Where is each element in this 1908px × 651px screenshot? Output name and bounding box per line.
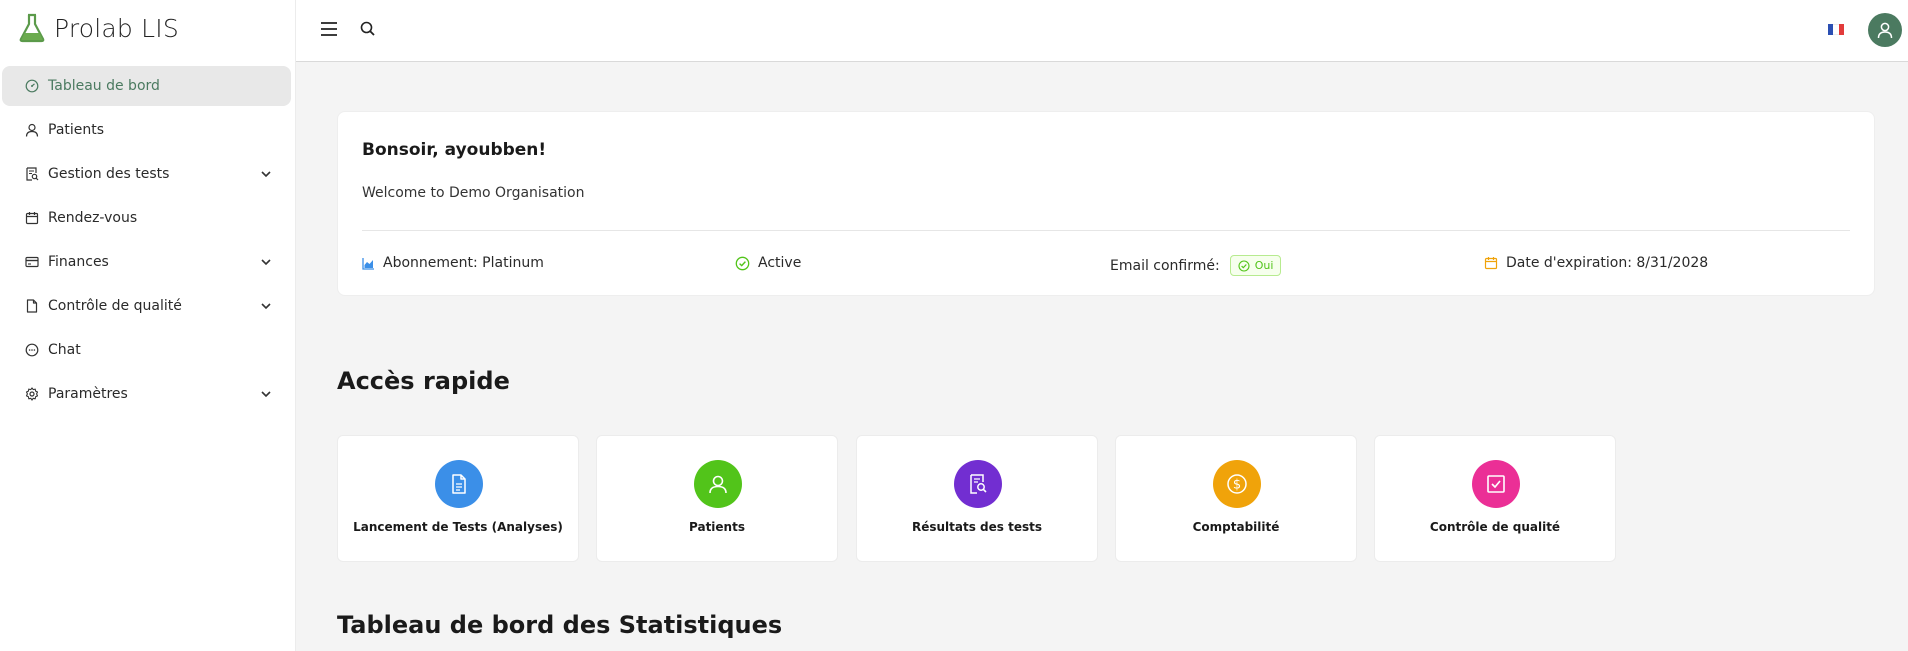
expiration-info: Date d'expiration: 8/31/2028 bbox=[1484, 255, 1708, 271]
user-avatar[interactable] bbox=[1868, 13, 1902, 47]
dashboard-icon bbox=[24, 78, 40, 94]
quick-tile-lancement-tests[interactable]: Lancement de Tests (Analyses) bbox=[337, 435, 579, 562]
dollar-icon: $ bbox=[1213, 460, 1261, 508]
chevron-down-icon[interactable] bbox=[259, 387, 273, 401]
tile-label: Contrôle de qualité bbox=[1429, 520, 1561, 534]
stats-title: Tableau de bord des Statistiques bbox=[337, 611, 783, 639]
quick-tile-comptabilite[interactable]: $ Comptabilité bbox=[1115, 435, 1357, 562]
tile-label: Lancement de Tests (Analyses) bbox=[353, 520, 563, 534]
check-square-icon bbox=[1472, 460, 1520, 508]
email-badge-text: Oui bbox=[1254, 259, 1274, 272]
calendar-icon bbox=[1484, 257, 1498, 270]
svg-text:$: $ bbox=[1233, 478, 1241, 493]
sidebar-item-patients[interactable]: Patients bbox=[2, 110, 291, 150]
tile-label: Résultats des tests bbox=[911, 520, 1042, 534]
sidebar-item-finances[interactable]: Finances bbox=[2, 242, 291, 282]
app-logo[interactable]: Prolab LIS bbox=[18, 10, 179, 46]
file-search-icon bbox=[24, 166, 40, 182]
search-icon[interactable] bbox=[358, 19, 378, 39]
check-circle-icon bbox=[1238, 259, 1250, 272]
user-icon bbox=[1877, 22, 1893, 39]
expiration-text: Date d'expiration: 8/31/2028 bbox=[1506, 255, 1709, 271]
tile-label: Patients bbox=[689, 520, 745, 534]
status-info: Active bbox=[735, 255, 801, 271]
sidebar-item-label: Chat bbox=[48, 342, 81, 358]
top-header bbox=[296, 0, 1908, 62]
sidebar-item-label: Tableau de bord bbox=[48, 78, 160, 94]
sidebar-nav: Tableau de bord Patients Gestion des tes… bbox=[0, 66, 296, 418]
quick-tile-patients[interactable]: Patients bbox=[596, 435, 838, 562]
sidebar-item-controle-de-qualite[interactable]: Contrôle de qualité bbox=[2, 286, 291, 326]
email-label: Email confirmé: bbox=[1110, 257, 1220, 274]
sidebar: Prolab LIS Tableau de bord Patients Gest… bbox=[0, 0, 296, 651]
chevron-down-icon[interactable] bbox=[259, 299, 273, 313]
menu-icon[interactable] bbox=[318, 18, 340, 40]
divider bbox=[362, 230, 1850, 231]
credit-card-icon bbox=[24, 254, 40, 270]
welcome-message: Welcome to Demo Organisation bbox=[362, 185, 585, 201]
sidebar-item-gestion-des-tests[interactable]: Gestion des tests bbox=[2, 154, 291, 194]
sidebar-item-label: Gestion des tests bbox=[48, 166, 170, 182]
welcome-card: Bonsoir, ayoubben! Welcome to Demo Organ… bbox=[337, 111, 1875, 296]
sidebar-item-label: Finances bbox=[48, 254, 109, 270]
status-text: Active bbox=[758, 255, 802, 271]
message-icon bbox=[24, 342, 40, 358]
chevron-down-icon[interactable] bbox=[259, 255, 273, 269]
quick-tile-resultats[interactable]: Résultats des tests bbox=[856, 435, 1098, 562]
file-search-icon bbox=[954, 460, 1002, 508]
sidebar-item-tableau-de-bord[interactable]: Tableau de bord bbox=[2, 66, 291, 106]
french-flag-icon[interactable] bbox=[1828, 24, 1844, 35]
main-content: Bonsoir, ayoubben! Welcome to Demo Organ… bbox=[296, 62, 1908, 651]
email-confirmed-badge: Oui bbox=[1229, 255, 1282, 276]
user-icon bbox=[694, 460, 742, 508]
user-icon bbox=[24, 122, 40, 138]
quick-tile-controle-qualite[interactable]: Contrôle de qualité bbox=[1374, 435, 1616, 562]
email-info: Email confirmé: Oui bbox=[1110, 255, 1282, 276]
calendar-icon bbox=[24, 210, 40, 226]
chevron-down-icon[interactable] bbox=[259, 167, 273, 181]
file-icon bbox=[24, 298, 40, 314]
check-circle-icon bbox=[735, 256, 750, 270]
sidebar-item-parametres[interactable]: Paramètres bbox=[2, 374, 291, 414]
tile-label: Comptabilité bbox=[1192, 520, 1280, 534]
flask-icon bbox=[19, 13, 45, 43]
sidebar-item-label: Rendez-vous bbox=[48, 210, 138, 226]
sidebar-item-rendez-vous[interactable]: Rendez-vous bbox=[2, 198, 291, 238]
gear-icon bbox=[24, 386, 40, 402]
sidebar-item-label: Paramètres bbox=[48, 386, 128, 402]
app-name: Prolab LIS bbox=[54, 13, 179, 43]
sidebar-item-label: Patients bbox=[48, 122, 105, 138]
sidebar-item-chat[interactable]: Chat bbox=[2, 330, 291, 370]
greeting-title: Bonsoir, ayoubben! bbox=[362, 140, 547, 160]
document-icon bbox=[435, 460, 483, 508]
subscription-text: Abonnement: Platinum bbox=[383, 255, 544, 271]
area-chart-icon bbox=[362, 257, 374, 270]
subscription-info: Abonnement: Platinum bbox=[362, 255, 544, 271]
quick-access-title: Accès rapide bbox=[337, 367, 510, 395]
sidebar-item-label: Contrôle de qualité bbox=[48, 298, 182, 314]
